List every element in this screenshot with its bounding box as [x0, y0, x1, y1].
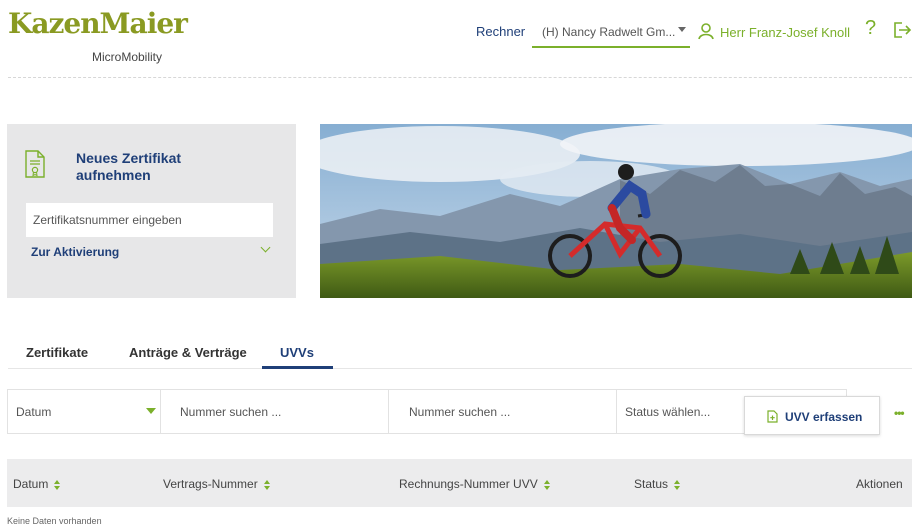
column-header-rechnungs-nummer[interactable]: Rechnungs-Nummer UVV	[399, 477, 551, 491]
add-document-icon	[767, 410, 778, 426]
hero-image	[320, 124, 912, 298]
company-select[interactable]: (H) Nancy Radwelt Gm...	[532, 14, 690, 48]
certificate-icon	[24, 150, 46, 183]
header-divider	[8, 77, 912, 78]
help-icon[interactable]: ?	[865, 18, 876, 38]
status-filter-placeholder: Status wählen...	[625, 405, 711, 419]
uvv-erfassen-button[interactable]: UVV erfassen	[744, 396, 880, 435]
user-name-link[interactable]: Herr Franz-Josef Knoll	[720, 25, 850, 40]
column-header-datum[interactable]: Datum	[13, 477, 61, 491]
date-filter-select[interactable]: Datum	[7, 389, 161, 434]
invoice-number-search[interactable]: Nummer suchen ...	[388, 389, 617, 434]
date-filter-value: Datum	[16, 405, 52, 419]
sort-icon[interactable]	[54, 479, 61, 490]
tab-antraege-vertraege[interactable]: Anträge & Verträge	[129, 345, 247, 360]
card-title: Neues Zertifikat aufnehmen	[76, 150, 182, 183]
brand-subtitle: MicroMobility	[92, 50, 163, 64]
rechner-label: Rechner	[476, 24, 526, 39]
sort-icon[interactable]	[674, 479, 681, 490]
contract-number-placeholder: Nummer suchen ...	[180, 405, 282, 419]
more-options-icon[interactable]: •••	[894, 406, 905, 420]
company-select-value: (H) Nancy Radwelt Gm...	[542, 25, 676, 39]
logout-icon[interactable]	[893, 21, 912, 44]
brand-logo[interactable]: KazenMaier	[8, 9, 188, 39]
sort-icon[interactable]	[543, 479, 551, 490]
caret-down-icon	[678, 27, 686, 32]
active-tab-indicator	[262, 366, 333, 369]
column-header-vertrags-nummer[interactable]: Vertrags-Nummer	[163, 477, 271, 491]
activation-toggle[interactable]: Zur Aktivierung	[31, 245, 119, 259]
caret-down-icon	[146, 408, 156, 414]
column-header-status[interactable]: Status	[634, 477, 681, 491]
column-header-aktionen: Aktionen	[856, 477, 903, 491]
table-header: Datum Vertrags-Nummer Rechnungs-Nummer U…	[7, 459, 912, 507]
tab-zertifikate[interactable]: Zertifikate	[26, 345, 88, 360]
contract-number-search[interactable]: Nummer suchen ...	[160, 389, 389, 434]
tabs-divider	[8, 368, 912, 369]
user-icon[interactable]	[697, 22, 715, 45]
sort-icon[interactable]	[263, 479, 271, 490]
uvv-erfassen-label: UVV erfassen	[785, 410, 863, 424]
invoice-number-placeholder: Nummer suchen ...	[409, 405, 511, 419]
tab-uvvs[interactable]: UVVs	[280, 345, 314, 360]
certificate-number-input[interactable]	[26, 203, 273, 237]
